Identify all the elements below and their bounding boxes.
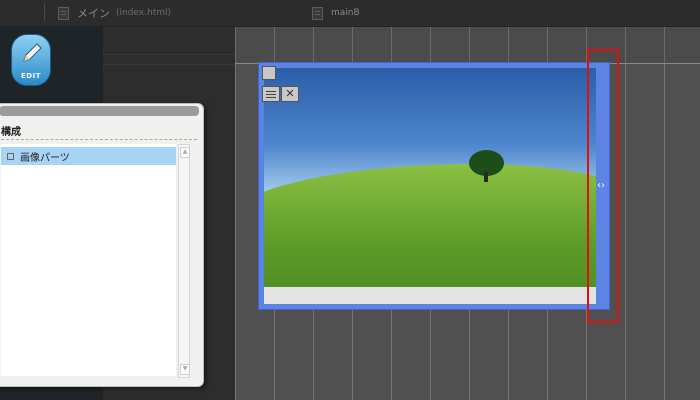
document-icon [312, 6, 323, 20]
list-item-image-part[interactable]: 画像パーツ [1, 147, 176, 165]
list-item-label: 画像パーツ [20, 152, 70, 164]
composition-panel: 構成 画像パーツ ▲ ▼ [0, 103, 204, 387]
square-bullet-icon [7, 152, 14, 160]
sidebar-divider [103, 54, 235, 55]
scroll-down-icon[interactable]: ▼ [180, 364, 190, 375]
pencil-icon [23, 43, 42, 62]
tab-filename: (index.html) [116, 8, 172, 18]
composition-list: 画像パーツ [1, 144, 176, 376]
edit-label: EDIT [21, 72, 41, 80]
delete-icon[interactable]: ✕ [281, 86, 299, 102]
tree-trunk [484, 172, 488, 182]
tab-separator [44, 3, 45, 21]
landscape-image [264, 68, 596, 287]
image-caption-bar[interactable] [264, 287, 596, 304]
tab-title: メイン [77, 7, 110, 20]
document-tab-bar: メイン (index.html) mainB [0, 0, 700, 27]
edit-text-icon[interactable] [262, 86, 280, 102]
list-scrollbar[interactable]: ▲ ▼ [178, 144, 190, 378]
document-icon [58, 6, 69, 20]
tab-mainb[interactable]: mainB [312, 0, 360, 26]
panel-title: 構成 [1, 127, 21, 138]
tab-main[interactable]: メイン (index.html) [58, 0, 171, 26]
panel-divider [1, 139, 197, 140]
panel-header-bar[interactable] [0, 106, 199, 116]
select-part-icon[interactable] [262, 66, 276, 80]
scroll-up-icon[interactable]: ▲ [180, 147, 190, 158]
grass-field [264, 164, 596, 287]
sidebar-divider [103, 64, 235, 65]
tab-title: mainB [331, 8, 360, 18]
edit-button[interactable]: EDIT [11, 34, 51, 86]
highlight-box [587, 49, 619, 323]
